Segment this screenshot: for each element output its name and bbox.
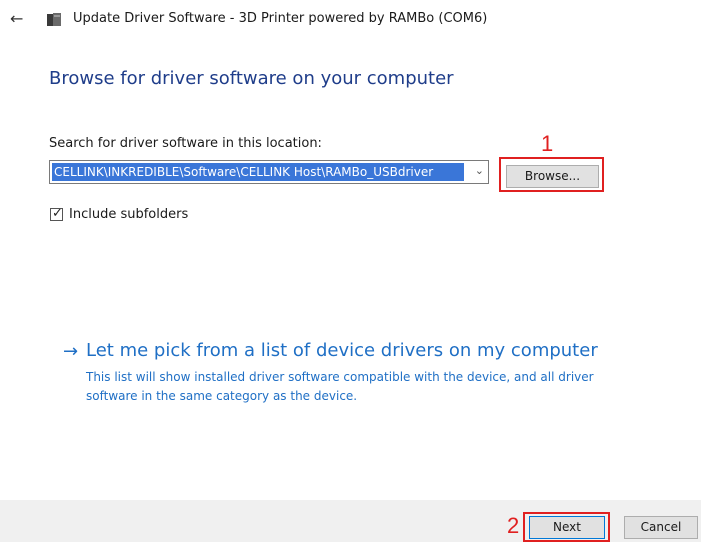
path-combobox[interactable]: CELLINK\INKREDIBLE\Software\CELLINK Host…: [49, 160, 489, 184]
pick-from-list-link[interactable]: Let me pick from a list of device driver…: [86, 340, 598, 361]
driver-package-icon: [47, 13, 61, 26]
checkmark-icon: ✓: [52, 206, 63, 221]
path-input[interactable]: CELLINK\INKREDIBLE\Software\CELLINK Host…: [52, 163, 464, 181]
annotation-marker-2: 2: [507, 513, 520, 538]
window-title: Update Driver Software - 3D Printer powe…: [73, 11, 488, 26]
page-heading: Browse for driver software on your compu…: [49, 68, 454, 89]
annotation-highlight-next: [523, 512, 610, 542]
search-location-label: Search for driver software in this locat…: [49, 136, 322, 151]
chevron-down-icon[interactable]: ⌄: [475, 164, 484, 177]
include-subfolders-label[interactable]: Include subfolders: [69, 207, 188, 222]
arrow-right-icon[interactable]: →: [63, 341, 78, 362]
annotation-highlight-browse: [499, 157, 604, 192]
pick-from-list-description: This list will show installed driver sof…: [86, 370, 594, 403]
cancel-button[interactable]: Cancel: [624, 516, 698, 539]
back-arrow-icon[interactable]: ←: [10, 9, 23, 28]
annotation-marker-1: 1: [541, 131, 554, 156]
title-bar: ← Update Driver Software - 3D Printer po…: [0, 0, 701, 38]
include-subfolders-checkbox[interactable]: ✓: [50, 206, 63, 221]
